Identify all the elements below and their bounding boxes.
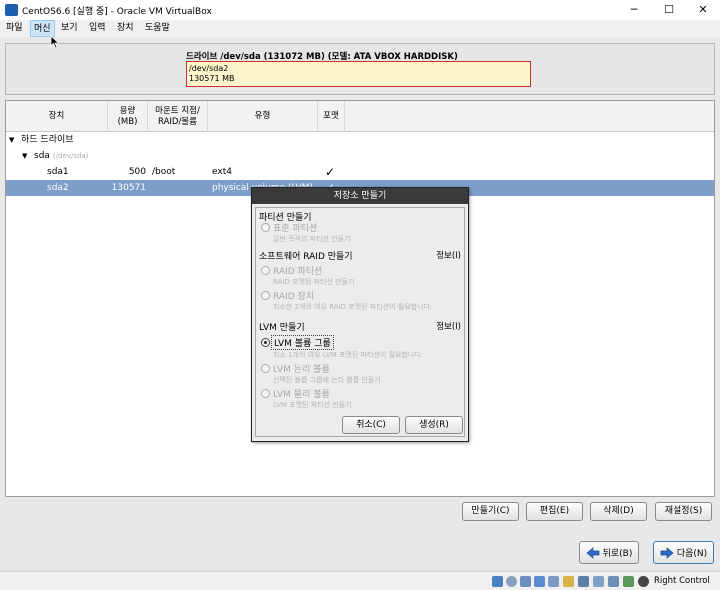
lvm-info-button[interactable]: 정보(I) bbox=[436, 320, 461, 332]
section-lvm: LVM 만들기 bbox=[259, 323, 305, 333]
option-lvm-physical-label[interactable]: LVM 물리 볼륨 bbox=[273, 387, 330, 400]
menu-bar: 파일 머신 보기 입력 장치 도움말 bbox=[0, 20, 720, 37]
format-check-icon: ✓ bbox=[325, 165, 336, 179]
hard-disk-icon[interactable] bbox=[492, 576, 503, 587]
section-raid: 소프트웨어 RAID 만들기 bbox=[259, 252, 353, 262]
virtualization-icon[interactable] bbox=[623, 576, 634, 587]
column-device[interactable]: 장치 bbox=[6, 101, 108, 132]
host-key-label: Right Control bbox=[654, 576, 710, 586]
create-partition-button[interactable]: 만들기(C) bbox=[462, 502, 519, 521]
arrow-right-icon bbox=[660, 546, 674, 559]
option-lvm-group-desc: 최소 1개의 여유 LVM 포맷된 파티션이 필요합니다. bbox=[273, 351, 423, 359]
column-size[interactable]: 용량 (MB) bbox=[108, 101, 148, 132]
next-button[interactable]: 다음(N) bbox=[653, 541, 714, 564]
cell-device: sda2 bbox=[47, 183, 69, 193]
drive-partition-bar[interactable]: /dev/sda2 130571 MB bbox=[186, 61, 531, 87]
cancel-button[interactable]: 취소(C) bbox=[342, 416, 400, 434]
cell-type: ext4 bbox=[212, 167, 232, 177]
option-raid-device-desc: 최소한 2개의 여유 RAID 포맷된 파티션이 필요합니다. bbox=[273, 303, 433, 311]
back-label: 뒤로(B) bbox=[602, 549, 633, 559]
edit-button[interactable]: 편집(E) bbox=[526, 502, 583, 521]
delete-button[interactable]: 삭제(D) bbox=[590, 502, 647, 521]
radio-standard-partition[interactable] bbox=[261, 223, 270, 232]
arrow-left-icon bbox=[586, 546, 599, 559]
option-standard-label[interactable]: 표준 파티션 bbox=[273, 221, 317, 234]
display-icon[interactable] bbox=[578, 576, 589, 587]
option-lvm-group-label[interactable]: LVM 볼륨 그룹 bbox=[271, 335, 334, 350]
radio-lvm-logical[interactable] bbox=[261, 364, 270, 373]
menu-help[interactable]: 도움말 bbox=[142, 20, 173, 37]
dialog-options-frame: 파티션 만들기 표준 파티션 일반 목적의 파티션 만들기 소프트웨어 RAID… bbox=[255, 207, 465, 437]
maximize-button[interactable]: ☐ bbox=[652, 0, 686, 20]
create-button[interactable]: 생성(R) bbox=[405, 416, 463, 434]
cell-device: sda1 bbox=[47, 167, 69, 177]
partition-name: /dev/sda2 bbox=[189, 64, 229, 73]
radio-lvm-physical[interactable] bbox=[261, 389, 270, 398]
option-raid-partition-desc: RAID 포맷된 파티션 만들기 bbox=[273, 278, 355, 286]
partition-size: 130571 MB bbox=[189, 74, 235, 83]
reset-button[interactable]: 재설정(S) bbox=[655, 502, 712, 521]
raid-info-button[interactable]: 정보(I) bbox=[436, 249, 461, 261]
option-lvm-logical-desc: 선택된 볼륨 그룹에 논리 볼륨 만들기 bbox=[273, 376, 381, 384]
optical-drive-icon[interactable] bbox=[506, 576, 517, 587]
back-button[interactable]: 뒤로(B) bbox=[579, 541, 639, 564]
option-lvm-physical-desc: LVM 포맷된 파티션 만들기 bbox=[273, 401, 352, 409]
next-label: 다음(N) bbox=[676, 549, 708, 559]
radio-raid-device[interactable] bbox=[261, 291, 270, 300]
cell-mount: /boot bbox=[152, 167, 176, 177]
radio-raid-partition[interactable] bbox=[261, 266, 270, 275]
option-raid-device-label[interactable]: RAID 장치 bbox=[273, 289, 314, 302]
close-button[interactable]: ✕ bbox=[686, 0, 720, 20]
mouse-cursor-icon bbox=[50, 35, 60, 49]
window-title: CentOS6.6 [실행 중] - Oracle VM VirtualBox bbox=[22, 7, 212, 17]
audio-icon[interactable] bbox=[520, 576, 531, 587]
dialog-title: 저장소 만들기 bbox=[252, 188, 468, 204]
usb-icon[interactable] bbox=[548, 576, 559, 587]
window-titlebar: CentOS6.6 [실행 중] - Oracle VM VirtualBox … bbox=[0, 0, 720, 20]
virtualbox-app-icon bbox=[5, 4, 18, 16]
mouse-integration-icon[interactable] bbox=[638, 576, 649, 587]
disk-row[interactable]: ▼ sda (/dev/sda) bbox=[6, 148, 714, 164]
table-header: 장치 용량 (MB) 마운트 지점/ RAID/볼륨 유형 포맷 bbox=[6, 101, 714, 132]
column-type[interactable]: 유형 bbox=[208, 101, 318, 132]
collapse-arrow-icon[interactable]: ▼ bbox=[22, 148, 27, 164]
table-row[interactable]: sda1 500 /boot ext4 ✓ bbox=[6, 164, 714, 180]
shared-folders-icon[interactable] bbox=[563, 576, 574, 587]
cell-size: 130571 bbox=[111, 183, 146, 193]
group-label: 하드 드라이브 bbox=[21, 135, 74, 145]
menu-input[interactable]: 입력 bbox=[86, 20, 109, 37]
menu-view[interactable]: 보기 bbox=[58, 20, 81, 37]
cell-size: 500 bbox=[128, 167, 146, 177]
status-bar: Right Control bbox=[0, 571, 720, 590]
menu-file[interactable]: 파일 bbox=[3, 20, 26, 37]
create-storage-dialog[interactable]: 저장소 만들기 파티션 만들기 표준 파티션 일반 목적의 파티션 만들기 소프… bbox=[251, 187, 469, 442]
video-capture-icon[interactable] bbox=[593, 576, 604, 587]
column-format[interactable]: 포맷 bbox=[318, 101, 345, 132]
disk-name: sda bbox=[34, 151, 50, 161]
tree-group-row[interactable]: ▼ 하드 드라이브 bbox=[6, 132, 714, 148]
network-icon[interactable] bbox=[534, 576, 545, 587]
radio-lvm-volume-group[interactable] bbox=[261, 338, 270, 347]
option-raid-partition-label[interactable]: RAID 파티션 bbox=[273, 264, 322, 277]
minimize-button[interactable]: ─ bbox=[617, 0, 651, 20]
column-mount[interactable]: 마운트 지점/ RAID/볼륨 bbox=[148, 101, 208, 132]
processor-icon[interactable] bbox=[608, 576, 619, 587]
option-lvm-logical-label[interactable]: LVM 논리 볼륨 bbox=[273, 362, 330, 375]
collapse-arrow-icon[interactable]: ▼ bbox=[9, 132, 14, 148]
disk-path: (/dev/sda) bbox=[53, 152, 89, 160]
option-standard-desc: 일반 목적의 파티션 만들기 bbox=[273, 235, 351, 243]
menu-devices[interactable]: 장치 bbox=[114, 20, 137, 37]
